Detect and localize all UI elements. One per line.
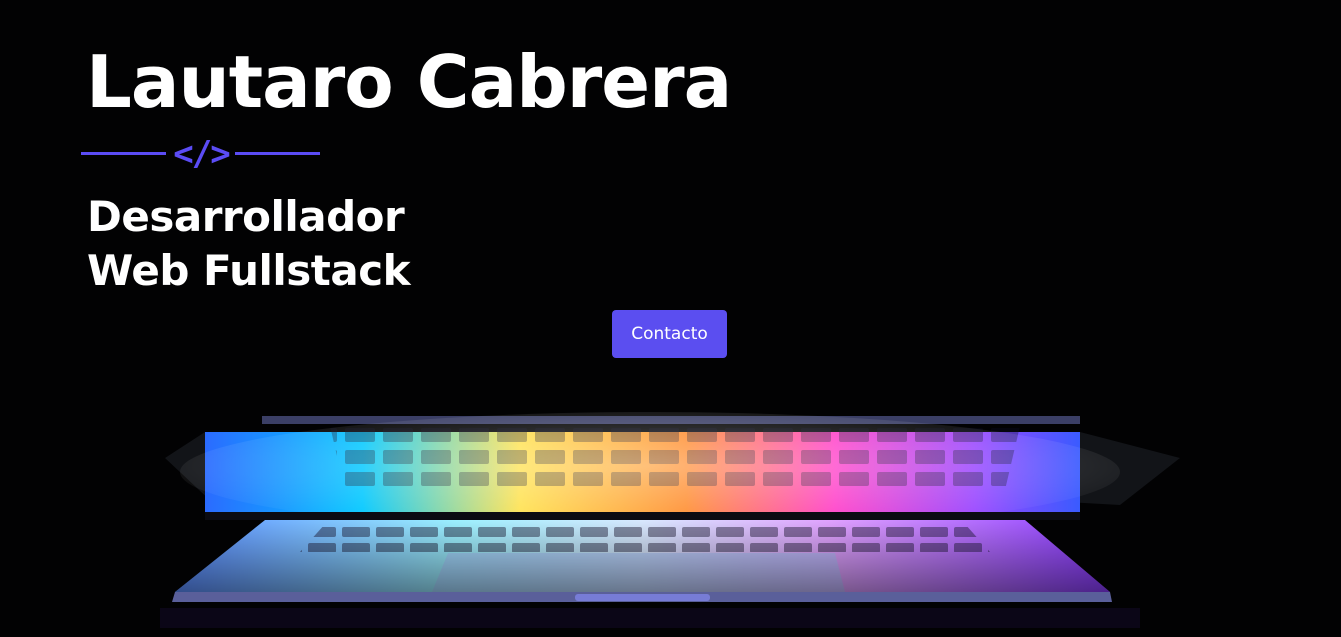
contact-button[interactable]: Contacto [612, 310, 727, 358]
hero-section: Lautaro Cabrera </> Desarrollador Web Fu… [0, 0, 1341, 637]
laptop-background-image [160, 412, 1180, 628]
divider-line-left [81, 152, 166, 155]
hero-name: Lautaro Cabrera [86, 40, 732, 124]
subtitle-line-2: Web Fullstack [87, 246, 411, 295]
divider-line-right [235, 152, 320, 155]
code-divider: </> [81, 134, 321, 184]
hero-subtitle: Desarrollador Web Fullstack [87, 190, 411, 298]
code-brackets-icon: </> [173, 134, 230, 174]
subtitle-line-1: Desarrollador [87, 192, 405, 241]
